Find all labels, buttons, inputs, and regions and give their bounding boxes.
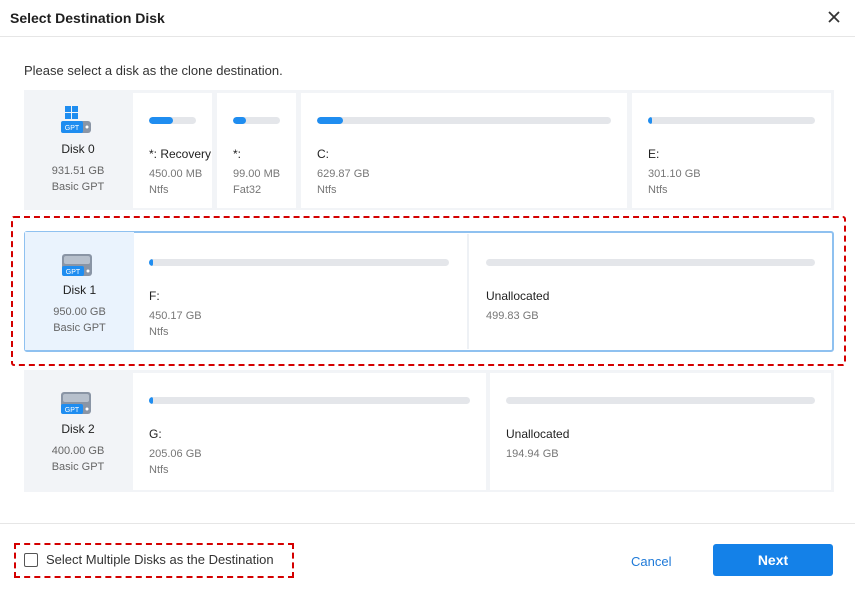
partition-card[interactable]: *: Recovery 450.00 MB Ntfs bbox=[133, 93, 212, 208]
partition-usage-bar bbox=[648, 117, 815, 124]
disk-row-0[interactable]: GPT Disk 0 931.51 GB Basic GPT *: Recove… bbox=[24, 90, 834, 210]
partition-usage-fill bbox=[648, 117, 652, 124]
partition-label: E: bbox=[648, 147, 660, 161]
partition-size: 99.00 MB bbox=[233, 168, 281, 180]
partition-size: 499.83 GB bbox=[486, 310, 539, 322]
partition-divider bbox=[467, 234, 469, 349]
partition-usage-fill bbox=[149, 397, 153, 404]
disk-size: 400.00 GB bbox=[51, 445, 105, 457]
disk-type: Basic GPT bbox=[51, 461, 105, 473]
partition-label: F: bbox=[149, 289, 160, 303]
svg-text:GPT: GPT bbox=[65, 407, 80, 414]
partition-usage-fill bbox=[233, 117, 247, 124]
disk-info-1: GPT Disk 1 950.00 GB Basic GPT bbox=[25, 232, 134, 350]
partition-usage-bar bbox=[149, 259, 449, 266]
partition-card[interactable]: *: 99.00 MB Fat32 bbox=[217, 93, 296, 208]
partition-label: C: bbox=[317, 147, 329, 161]
partition-usage-bar bbox=[506, 397, 815, 404]
partition-size: 205.06 GB bbox=[149, 448, 202, 460]
disk-type: Basic GPT bbox=[51, 181, 105, 193]
partition-usage-fill bbox=[149, 117, 173, 124]
disk-size: 950.00 GB bbox=[53, 306, 106, 318]
multi-disk-checkbox[interactable] bbox=[24, 552, 38, 567]
windows-gpt-disk-icon: GPT bbox=[61, 106, 91, 133]
partition-filesystem: Ntfs bbox=[149, 326, 169, 338]
partition-size: 194.94 GB bbox=[506, 448, 559, 460]
dialog-title: Select Destination Disk bbox=[10, 10, 165, 26]
disk-type: Basic GPT bbox=[53, 322, 106, 334]
partition-filesystem: Fat32 bbox=[233, 184, 262, 196]
multi-disk-label: Select Multiple Disks as the Destination bbox=[46, 552, 274, 567]
partition-filesystem: Ntfs bbox=[648, 184, 668, 196]
disk-name: Disk 1 bbox=[62, 283, 97, 297]
gpt-disk-icon: GPT bbox=[61, 392, 91, 414]
partition-card[interactable]: Unallocated 194.94 GB bbox=[490, 373, 831, 490]
partition-filesystem: Ntfs bbox=[317, 184, 337, 196]
partition-filesystem: Ntfs bbox=[149, 184, 169, 196]
partition-usage-fill bbox=[317, 117, 344, 124]
disk-row-2[interactable]: GPT Disk 2 400.00 GB Basic GPT G: 205.06… bbox=[24, 370, 834, 492]
partition-label: *: bbox=[233, 147, 242, 161]
partition-card[interactable]: E: 301.10 GB Ntfs bbox=[632, 93, 831, 208]
partition-usage-bar bbox=[486, 259, 815, 266]
partition-size: 301.10 GB bbox=[648, 168, 701, 180]
partition-size: 450.00 MB bbox=[149, 168, 203, 180]
svg-text:GPT: GPT bbox=[66, 269, 81, 276]
dialog-titlebar: Select Destination Disk bbox=[0, 0, 855, 37]
svg-text:GPT: GPT bbox=[65, 125, 80, 132]
partition-usage-fill bbox=[149, 259, 153, 266]
partition-card[interactable]: Unallocated 499.83 GB bbox=[470, 234, 830, 349]
next-button[interactable]: Next bbox=[713, 544, 833, 576]
partition-card[interactable]: F: 450.17 GB Ntfs bbox=[134, 234, 466, 349]
partition-card[interactable]: C: 629.87 GB Ntfs bbox=[301, 93, 627, 208]
disk-row-1[interactable]: GPT Disk 1 950.00 GB Basic GPT F: 450.17… bbox=[24, 231, 834, 352]
partition-size: 450.17 GB bbox=[149, 310, 202, 322]
disk-info-2: GPT Disk 2 400.00 GB Basic GPT bbox=[24, 370, 132, 492]
gpt-disk-icon: GPT bbox=[62, 254, 92, 276]
partition-usage-bar bbox=[149, 117, 196, 124]
disk-name: Disk 2 bbox=[61, 422, 95, 436]
partition-label: Unallocated bbox=[486, 289, 550, 303]
cancel-button[interactable]: Cancel bbox=[631, 554, 671, 569]
partition-size: 629.87 GB bbox=[317, 168, 370, 180]
close-icon[interactable] bbox=[825, 8, 843, 26]
partition-card[interactable]: G: 205.06 GB Ntfs bbox=[133, 373, 486, 490]
disk-size: 931.51 GB bbox=[51, 165, 105, 177]
partition-filesystem: Ntfs bbox=[149, 464, 169, 476]
partition-label: *: Recovery bbox=[149, 147, 212, 161]
partition-usage-bar bbox=[233, 117, 280, 124]
disk-info-0: GPT Disk 0 931.51 GB Basic GPT bbox=[24, 90, 132, 210]
disk-name: Disk 0 bbox=[61, 142, 95, 156]
partition-usage-bar bbox=[317, 117, 611, 124]
partition-label: G: bbox=[149, 427, 162, 441]
multi-disk-checkbox-row[interactable]: Select Multiple Disks as the Destination bbox=[24, 552, 274, 567]
instruction-text: Please select a disk as the clone destin… bbox=[24, 63, 283, 78]
partition-usage-bar bbox=[149, 397, 470, 404]
partition-label: Unallocated bbox=[506, 427, 570, 441]
footer-divider bbox=[0, 523, 855, 524]
